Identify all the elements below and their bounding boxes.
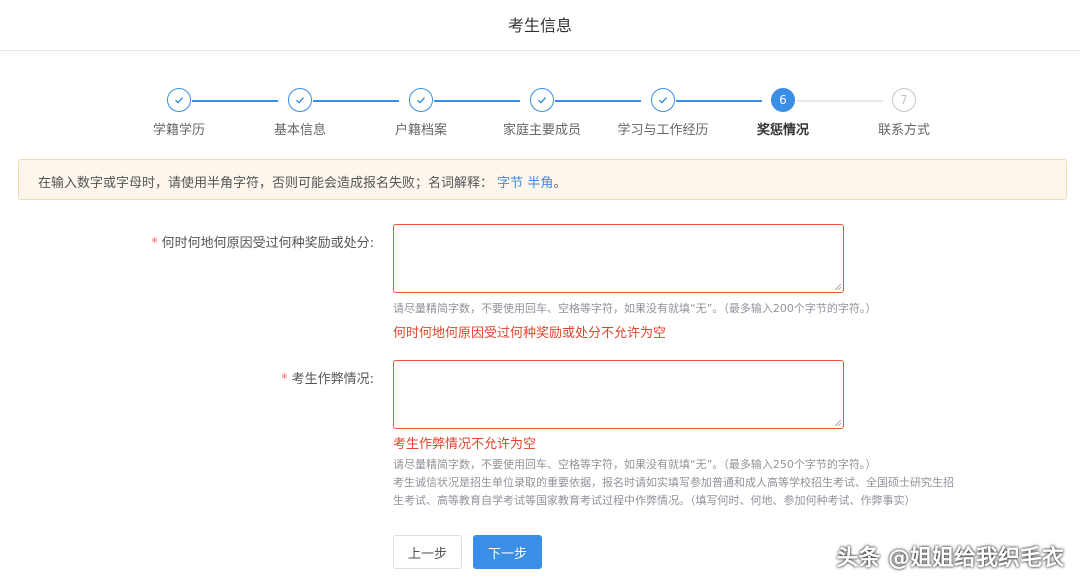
reward-error: 何时何地何原因受过何种奖励或处分不允许为空: [393, 326, 667, 341]
reward-textarea[interactable]: [393, 224, 844, 293]
notice-end: 。: [553, 176, 567, 191]
step-label: 联系方式: [877, 123, 930, 138]
step-7: 7 联系方式: [844, 88, 964, 138]
step-6: 6 奖惩情况: [723, 88, 843, 138]
watermark-text: 头条 @姐姐给我织毛衣: [836, 546, 1064, 571]
step-label: 基本信息: [273, 123, 326, 138]
required-mark: *: [151, 236, 158, 251]
resize-handle-icon[interactable]: [835, 284, 841, 290]
notice-banner: 在输入数字或字母时，请使用半角字符，否则可能会造成报名失败；名词解释： 字节 半…: [18, 159, 1067, 200]
step-3: 户籍档案: [361, 88, 481, 138]
required-mark: *: [281, 372, 288, 387]
cheating-label-text: 考生作弊情况:: [291, 372, 374, 387]
check-icon: [651, 88, 675, 112]
reward-label: * 何时何地何原因受过何种奖励或处分:: [100, 232, 374, 251]
cheating-textarea[interactable]: [393, 360, 844, 429]
step-5: 学习与工作经历: [603, 88, 723, 138]
step-number: 7: [892, 88, 916, 112]
cheating-hint-3: 生考试、高等教育自学考试等国家教育考试过程中作弊情况。（填写何时、何地、参加何种…: [393, 494, 916, 507]
check-icon: [288, 88, 312, 112]
step-label: 户籍档案: [394, 123, 447, 138]
step-2: 基本信息: [240, 88, 360, 138]
cheating-label: * 考生作弊情况:: [100, 368, 374, 387]
check-icon: [167, 88, 191, 112]
step-label: 学习与工作经历: [617, 123, 709, 138]
step-4: 家庭主要成员: [482, 88, 602, 138]
next-step-button[interactable]: 下一步: [473, 535, 542, 569]
page-header: 考生信息: [0, 0, 1080, 51]
prev-step-button[interactable]: 上一步: [393, 535, 462, 569]
halfwidth-link[interactable]: 半角: [527, 176, 553, 191]
cheating-error: 考生作弊情况不允许为空: [393, 437, 537, 452]
step-label: 奖惩情况: [756, 123, 809, 138]
cheating-hint-2: 考生诚信状况是招生单位录取的重要依据，报名时请如实填写参加普通和成人高等学校招生…: [393, 476, 954, 489]
cheating-hint-1: 请尽量精简字数，不要使用回车、空格等字符，如果没有就填“无”。（最多输入250个…: [393, 458, 877, 471]
reward-label-text: 何时何地何原因受过何种奖励或处分:: [161, 236, 374, 251]
reward-hint: 请尽量精简字数，不要使用回车、空格等字符，如果没有就填“无”。（最多输入200个…: [393, 302, 877, 315]
notice-text: 在输入数字或字母时，请使用半角字符，否则可能会造成报名失败；名词解释：: [38, 176, 494, 191]
check-icon: [530, 88, 554, 112]
progress-steps: 学籍学历 基本信息 户籍档案 家庭主要成员 学习与工作经历 6 奖惩情况 7 联…: [0, 88, 1080, 138]
resize-handle-icon[interactable]: [835, 420, 841, 426]
step-number: 6: [771, 88, 795, 112]
page-title: 考生信息: [507, 16, 572, 35]
step-label: 学籍学历: [152, 123, 205, 138]
byte-link[interactable]: 字节: [497, 176, 523, 191]
step-1: 学籍学历: [119, 88, 239, 138]
step-label: 家庭主要成员: [502, 123, 581, 138]
check-icon: [409, 88, 433, 112]
